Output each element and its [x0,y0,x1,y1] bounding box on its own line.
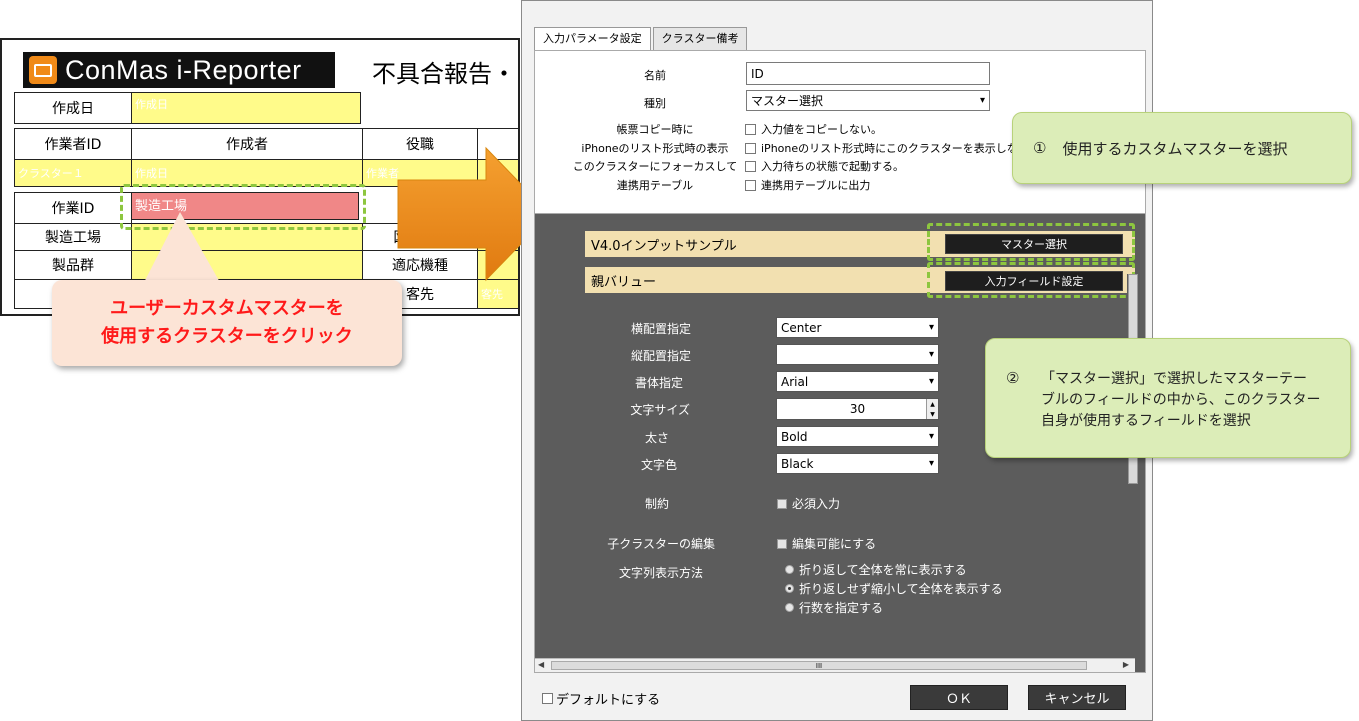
required-option-label: 必須入力 [792,497,841,511]
callout-left-line1: ユーザーカスタムマスターを [110,298,344,319]
required-checkbox-row[interactable]: 必須入力 [777,495,840,512]
copy-option-label: 入力値をコピーしない。 [761,123,882,136]
font-dropdown[interactable]: Arial [776,371,939,392]
child-edit-checkbox-row[interactable]: 編集可能にする [777,535,876,552]
callout-2-text: 「マスター選択」で選択したマスターテー ブルのフィールドの中から、このクラスター… [1041,369,1320,432]
copy-label: 帳票コピー時に [616,123,694,136]
iphone-option-label: iPhoneのリスト形式時にこのクラスターを表示しない [761,142,1029,155]
callout-2-line2: ブルのフィールドの中から、このクラスター [1041,392,1321,408]
weight-dropdown[interactable]: Bold [776,426,939,447]
created-date-label: 作成日 [14,92,132,124]
constraint-label: 制約 [644,497,669,511]
radio-wrap-show-all[interactable]: 折り返して全体を常に表示する [785,561,967,578]
radio-icon[interactable] [785,565,794,574]
horizontal-scrollbar[interactable]: ◀ III ▶ [535,658,1135,672]
conmas-logo: ConMas i-Reporter [23,52,335,88]
radio-label: 折り返して全体を常に表示する [799,563,967,577]
iphone-checkbox[interactable] [745,142,756,154]
logo-text: ConMas i-Reporter [65,54,302,85]
form-title: 不具合報告・ [372,60,516,88]
iphone-label: iPhoneのリスト形式時の表示 [581,142,729,155]
radio-label: 行数を指定する [799,601,884,615]
work-id-label: 作業ID [14,192,132,224]
product-group-cluster[interactable] [131,250,363,280]
child-edit-option-label: 編集可能にする [792,537,877,551]
scroll-grip-icon: III [815,661,823,670]
link-table-checkbox[interactable] [745,179,756,191]
product-group-label: 製品群 [14,250,132,280]
weight-label: 太さ [644,431,669,445]
radio-specify-lines[interactable]: 行数を指定する [785,599,883,616]
cluster-1[interactable]: クラスター１ [14,159,132,187]
dialog-tabs: 入力パラメータ設定 クラスター備考 [534,27,749,52]
focus-checkbox[interactable] [745,160,756,172]
parent-value-bar: 親バリュー [585,267,937,293]
font-size-stepper[interactable]: 30 ▲ ▼ [776,398,939,420]
focus-checkbox-row[interactable]: 入力待ちの状態で起動する。 [745,158,904,174]
h-align-label: 横配置指定 [630,322,691,336]
input-field-highlight [927,262,1135,298]
text-color-label: 文字色 [640,458,677,472]
worker-id-header: 作業者ID [14,128,132,160]
link-table-checkbox-row[interactable]: 連携用テーブルに出力 [745,177,870,193]
callout-1-text: 使用するカスタムマスターを選択 [1062,139,1288,158]
radio-selected-icon[interactable] [785,584,794,593]
default-checkbox[interactable] [542,693,553,704]
radio-label: 折り返しせず縮小して全体を表示する [799,582,1003,596]
link-table-label: 連携用テーブル [616,179,694,192]
callout-2-number: ② [1006,369,1020,387]
iphone-checkbox-row[interactable]: iPhoneのリスト形式時にこのクラスターを表示しない [745,140,1029,156]
tab-input-parameters[interactable]: 入力パラメータ設定 [534,27,651,52]
callout-1-number: ① [1033,139,1047,157]
required-checkbox[interactable] [777,498,787,509]
callout-2-line1: 「マスター選択」で選択したマスターテー [1041,371,1307,387]
display-method-label: 文字列表示方法 [618,566,703,580]
font-size-label: 文字サイズ [630,403,690,417]
customer-cluster[interactable]: 客先 [477,279,518,309]
type-dropdown[interactable]: マスター選択 [746,90,990,111]
name-field[interactable]: ID [746,62,990,85]
focus-option-label: 入力待ちの状態で起動する。 [761,160,904,173]
callout-select-field: ② 「マスター選択」で選択したマスターテー ブルのフィールドの中から、このクラス… [985,338,1351,458]
scroll-right-icon[interactable]: ▶ [1123,660,1129,669]
sample-bar: V4.0インプットサンプル [585,231,937,257]
default-checkbox-row[interactable]: デフォルトにする [542,689,660,708]
cancel-button[interactable]: キャンセル [1028,685,1126,710]
v-align-label: 縦配置指定 [630,349,691,363]
child-cluster-label: 子クラスターの編集 [607,537,715,551]
vertical-scrollbar[interactable]: ▼ [1127,274,1139,668]
horizontal-scroll-thumb[interactable]: III [551,661,1087,670]
work-id-highlight [120,184,366,230]
radio-shrink-show-all[interactable]: 折り返しせず縮小して全体を表示する [785,580,1003,597]
radio-icon[interactable] [785,603,794,612]
callout-left-line2: 使用するクラスターをクリック [101,326,353,347]
callout-select-master: ① 使用するカスタムマスターを選択 [1012,112,1352,184]
type-label: 種別 [644,97,666,110]
callout-click-cluster: ユーザーカスタムマスターを 使用するクラスターをクリック [52,280,402,366]
ok-button[interactable]: ＯＫ [910,685,1008,710]
child-edit-checkbox[interactable] [777,538,787,549]
author-header: 作成者 [131,128,363,160]
copy-checkbox[interactable] [745,123,756,135]
font-label: 書体指定 [634,376,683,390]
h-align-dropdown[interactable]: Center [776,317,939,338]
copy-checkbox-row[interactable]: 入力値をコピーしない。 [745,121,882,137]
link-table-option-label: 連携用テーブルに出力 [761,179,871,192]
focus-label: このクラスターにフォーカスして [572,160,738,173]
text-color-dropdown[interactable]: Black [776,453,939,474]
master-select-highlight [927,223,1135,261]
stepper-arrows-icon[interactable]: ▲ ▼ [926,399,938,419]
v-align-dropdown[interactable] [776,344,939,365]
author-cluster[interactable]: 作成日 [131,159,363,187]
name-label: 名前 [644,69,666,82]
default-checkbox-label: デフォルトにする [556,693,661,708]
created-date-cluster[interactable]: 作成日 [131,92,361,124]
scroll-left-icon[interactable]: ◀ [538,660,544,669]
app-logo-icon [29,56,57,84]
tab-cluster-notes[interactable]: クラスター備考 [652,27,748,51]
font-size-value: 30 [849,402,866,416]
factory-label: 製造工場 [14,223,132,251]
callout-2-line3: 自身が使用するフィールドを選択 [1041,413,1251,429]
